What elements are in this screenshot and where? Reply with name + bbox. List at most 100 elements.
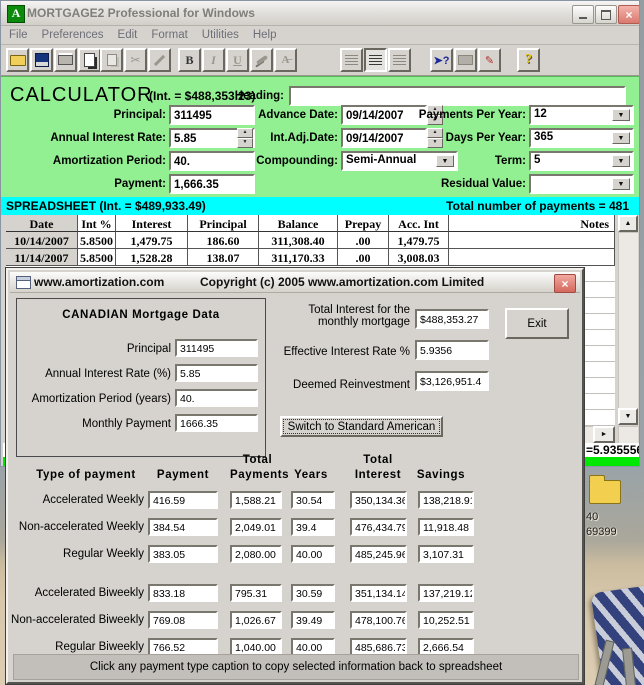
title-bar[interactable]: A MORTGAGE2 Professional for Windows ×: [1, 1, 639, 26]
total-payments-input[interactable]: [230, 584, 282, 602]
savings-input[interactable]: [418, 518, 474, 536]
residual-value-dropdown[interactable]: ▼: [529, 174, 634, 194]
savings-input[interactable]: [418, 611, 474, 629]
chevron-down-icon[interactable]: ▼: [612, 132, 630, 144]
align-left-button[interactable]: [340, 48, 363, 72]
close-button[interactable]: ×: [618, 5, 640, 24]
align-center-button[interactable]: [364, 48, 387, 72]
context-help-button[interactable]: ➤?: [430, 48, 453, 72]
table-cell-date[interactable]: 11/14/2007: [6, 249, 78, 266]
table-cell[interactable]: 3,008.03: [389, 249, 449, 266]
total-interest-input[interactable]: [350, 545, 407, 563]
total-interest-input[interactable]: [350, 611, 407, 629]
font-replace-button[interactable]: A̶: [274, 48, 297, 72]
cut-button[interactable]: ✂: [124, 48, 147, 72]
savings-input[interactable]: [418, 584, 474, 602]
menu-file[interactable]: File: [9, 29, 28, 41]
table-cell[interactable]: 1,479.75: [116, 232, 188, 249]
years-input[interactable]: [291, 545, 335, 563]
desktop-icon-label[interactable]: 69399: [586, 526, 617, 538]
save-button[interactable]: [30, 48, 53, 72]
scroll-right-button[interactable]: ►: [593, 426, 615, 443]
menu-help[interactable]: Help: [253, 29, 277, 41]
column-header[interactable]: Int %: [78, 215, 116, 232]
payment-input[interactable]: [148, 491, 218, 509]
column-header[interactable]: Notes: [449, 215, 615, 232]
format-brush-button[interactable]: [250, 48, 273, 72]
effective-rate-input[interactable]: [415, 340, 489, 360]
payment-input[interactable]: [148, 611, 218, 629]
table-cell[interactable]: 186.60: [188, 232, 259, 249]
payment-input[interactable]: [148, 518, 218, 536]
menu-utilities[interactable]: Utilities: [202, 29, 239, 41]
table-cell[interactable]: 138.07: [188, 249, 259, 266]
table-cell[interactable]: .00: [338, 232, 389, 249]
column-header[interactable]: Prepay: [338, 215, 389, 232]
total-payments-input[interactable]: [230, 611, 282, 629]
table-cell-notes[interactable]: [449, 249, 615, 266]
column-header[interactable]: Interest: [116, 215, 188, 232]
table-cell-date[interactable]: 10/14/2007: [6, 232, 78, 249]
payment-type-caption[interactable]: Accelerated Weekly: [8, 494, 144, 506]
print-preview-button[interactable]: [78, 48, 101, 72]
years-input[interactable]: [291, 611, 335, 629]
payments-per-year-dropdown[interactable]: 12▼: [529, 105, 634, 125]
total-interest-input[interactable]: [415, 309, 489, 329]
column-header[interactable]: Principal: [188, 215, 259, 232]
menu-edit[interactable]: Edit: [118, 29, 138, 41]
payment-type-caption[interactable]: Regular Weekly: [8, 548, 144, 560]
deemed-reinvestment-input[interactable]: [415, 371, 489, 391]
column-header[interactable]: Acc. Int: [389, 215, 449, 232]
align-right-button[interactable]: [388, 48, 411, 72]
dialog-close-button[interactable]: ×: [554, 274, 576, 293]
dlg-amortization-input[interactable]: [175, 389, 258, 407]
years-input[interactable]: [291, 518, 335, 536]
heading-input[interactable]: [289, 86, 626, 106]
chevron-down-icon[interactable]: ▼: [612, 155, 630, 167]
payment-input[interactable]: [148, 545, 218, 563]
scroll-up-button[interactable]: ▲: [618, 215, 638, 232]
total-interest-input[interactable]: [350, 584, 407, 602]
payment-type-caption[interactable]: Non-accelerated Biweekly: [8, 614, 144, 626]
table-cell[interactable]: 311,170.33: [259, 249, 338, 266]
total-interest-input[interactable]: [350, 491, 407, 509]
annotate-button[interactable]: ✎: [478, 48, 501, 72]
years-input[interactable]: [291, 584, 335, 602]
mail-button[interactable]: [454, 48, 477, 72]
help-button[interactable]: ?: [517, 48, 540, 72]
underline-button[interactable]: U: [226, 48, 249, 72]
days-per-year-dropdown[interactable]: 365▼: [529, 128, 634, 148]
years-input[interactable]: [291, 491, 335, 509]
payment-type-caption[interactable]: Non-accelerated Weekly: [8, 521, 144, 533]
payment-input[interactable]: [148, 584, 218, 602]
scroll-down-button[interactable]: ▼: [618, 408, 638, 425]
term-dropdown[interactable]: 5▼: [529, 151, 634, 171]
table-cell[interactable]: 5.8500: [78, 249, 116, 266]
dialog-title-bar[interactable]: www.amortization.com Copyright (c) 2005 …: [10, 272, 580, 293]
chevron-down-icon[interactable]: ▼: [612, 178, 630, 190]
italic-button[interactable]: I: [202, 48, 225, 72]
menu-format[interactable]: Format: [151, 29, 187, 41]
total-payments-input[interactable]: [230, 518, 282, 536]
dlg-monthly-payment-input[interactable]: [175, 414, 258, 432]
total-payments-input[interactable]: [230, 545, 282, 563]
payment-type-caption[interactable]: Accelerated Biweekly: [8, 587, 144, 599]
print-button[interactable]: [54, 48, 77, 72]
menu-preferences[interactable]: Preferences: [42, 29, 104, 41]
maximize-button[interactable]: [595, 5, 617, 24]
bold-button[interactable]: B: [178, 48, 201, 72]
savings-input[interactable]: [418, 545, 474, 563]
exit-button[interactable]: Exit: [505, 308, 569, 339]
table-cell[interactable]: 311,308.40: [259, 232, 338, 249]
table-cell[interactable]: 5.8500: [78, 232, 116, 249]
minimize-button[interactable]: [572, 5, 594, 24]
payment-type-caption[interactable]: Regular Biweekly: [8, 641, 144, 653]
table-cell[interactable]: 1,479.75: [389, 232, 449, 249]
vertical-scrollbar-track[interactable]: [618, 232, 638, 408]
total-interest-input[interactable]: [350, 518, 407, 536]
savings-input[interactable]: [418, 491, 474, 509]
table-cell[interactable]: .00: [338, 249, 389, 266]
desktop-icon-label[interactable]: 40: [586, 511, 598, 523]
payment-input[interactable]: [169, 174, 255, 194]
open-button[interactable]: [6, 48, 29, 72]
